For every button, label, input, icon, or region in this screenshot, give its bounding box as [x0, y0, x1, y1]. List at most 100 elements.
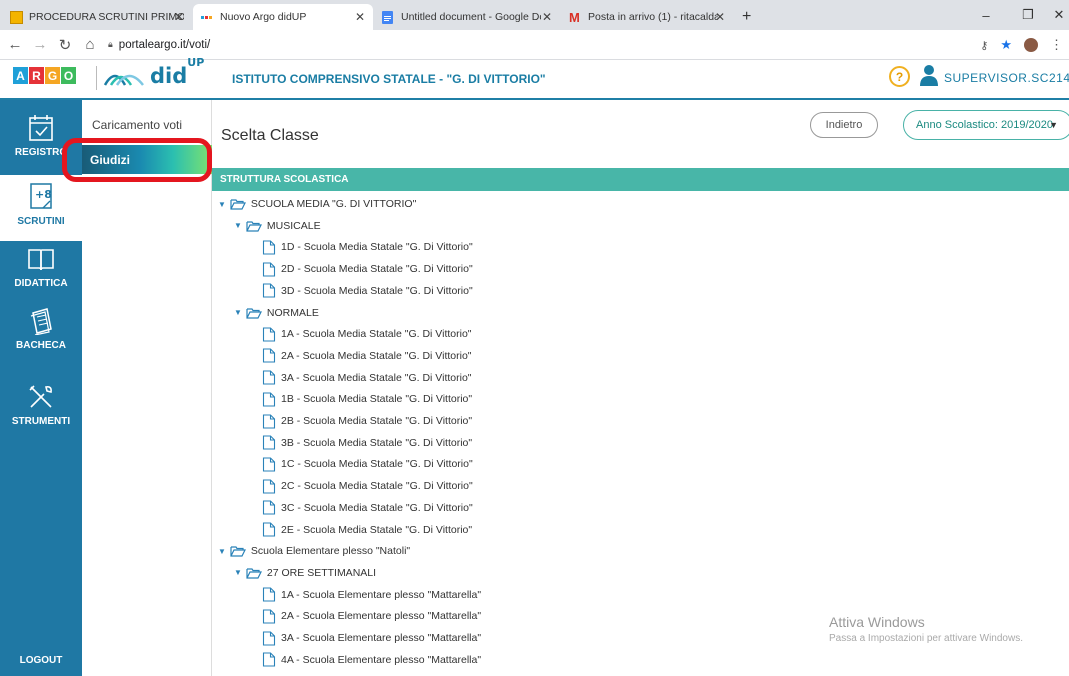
browser-tab-google-docs[interactable]: Untitled document - Google Doc ✕ — [374, 4, 560, 30]
tree-node-label: MUSICALE — [266, 219, 321, 232]
tree-header: STRUTTURA SCOLASTICA — [212, 168, 1069, 191]
help-button[interactable]: ? — [889, 66, 910, 87]
argo-logo[interactable]: A R G O — [13, 67, 76, 84]
submenu-panel: Caricamento voti Giudizi — [82, 100, 212, 676]
expand-caret-icon[interactable]: ▼ — [218, 200, 226, 209]
expand-caret-icon[interactable]: ▼ — [218, 547, 226, 556]
url-field[interactable]: 🔒︎ portaleargo.it/voti/ — [108, 39, 210, 51]
sidebar-item-strumenti[interactable]: STRUMENTI — [0, 383, 82, 427]
browser-tab-argo[interactable]: Nuovo Argo didUP ✕ — [193, 4, 373, 30]
argo-favicon — [201, 11, 214, 24]
tree-class-row[interactable]: 2E - Scuola Media Statale "G. Di Vittori… — [262, 521, 472, 539]
tree-class-row[interactable]: 3A - Scuola Elementare plesso "Mattarell… — [262, 629, 481, 647]
minimize-icon[interactable]: – — [965, 8, 1007, 23]
tree-node-label: 2E - Scuola Media Statale "G. Di Vittori… — [281, 523, 473, 536]
submenu-item-caricamento-voti[interactable]: Caricamento voti — [92, 118, 182, 132]
school-year-label: Anno Scolastico: 2019/2020 — [916, 119, 1053, 131]
window-controls: – ❐ ✕ — [965, 0, 1069, 30]
sidebar-item-didattica[interactable]: DIDATTICA — [0, 247, 82, 289]
tree-node-label: 3A - Scuola Media Statale "G. Di Vittori… — [281, 371, 472, 384]
tree-class-row[interactable]: 2C - Scuola Media Statale "G. Di Vittori… — [262, 477, 473, 495]
tree-class-row[interactable]: 4A - Scuola Elementare plesso "Mattarell… — [262, 651, 481, 669]
lock-icon: 🔒︎ — [108, 39, 113, 49]
file-icon — [262, 522, 276, 537]
bookmark-star-icon[interactable]: ★ — [1000, 37, 1012, 53]
file-icon — [262, 609, 276, 624]
forward-arrow-icon[interactable]: → — [30, 36, 50, 53]
close-tab-icon[interactable]: ✕ — [542, 10, 552, 24]
school-name: ISTITUTO COMPRENSIVO STATALE - "G. DI VI… — [232, 72, 546, 86]
tree-class-row[interactable]: 1D - Scuola Media Statale "G. Di Vittori… — [262, 238, 473, 256]
product-superscript: UP — [187, 56, 205, 69]
file-icon — [262, 587, 276, 602]
school-year-selector[interactable]: Anno Scolastico: 2019/2020 ▼ — [903, 110, 1069, 140]
tree-class-row[interactable]: 1B - Scuola Media Statale "G. Di Vittori… — [262, 390, 472, 408]
tree-class-row[interactable]: 1A - Scuola Elementare plesso "Mattarell… — [262, 586, 481, 604]
reload-icon[interactable]: ↻ — [55, 36, 75, 54]
file-icon — [262, 652, 276, 667]
tree-class-row[interactable]: 2A - Scuola Media Statale "G. Di Vittori… — [262, 347, 472, 365]
expand-caret-icon[interactable]: ▼ — [234, 308, 242, 317]
browser-menu-icon[interactable]: ⋮ — [1050, 37, 1063, 53]
logout-button[interactable]: LOGOUT — [0, 655, 82, 666]
tree-class-row[interactable]: 2B - Scuola Media Statale "G. Di Vittori… — [262, 412, 472, 430]
browser-tab-gmail[interactable]: M Posta in arrivo (1) - ritacaldarella ✕ — [561, 4, 733, 30]
browser-tab-procedura[interactable]: PROCEDURA SCRUTINI PRIMO QU ✕ — [2, 4, 192, 30]
user-name[interactable]: SUPERVISOR.SC21489 — [944, 71, 1069, 85]
file-icon — [262, 327, 276, 342]
sidebar-item-scrutini[interactable]: +8 SCRUTINI — [0, 175, 82, 241]
maximize-icon[interactable]: ❐ — [1007, 7, 1049, 23]
tree-class-row[interactable]: 3D - Scuola Media Statale "G. Di Vittori… — [262, 282, 473, 300]
file-icon — [262, 457, 276, 472]
tree-folder-row[interactable]: ▼ 27 ORE SETTIMANALI — [234, 564, 376, 582]
watermark-title: Attiva Windows — [829, 614, 925, 630]
profile-avatar[interactable] — [1024, 38, 1038, 52]
tree-node-label: 2B - Scuola Media Statale "G. Di Vittori… — [281, 415, 473, 427]
close-window-icon[interactable]: ✕ — [1049, 7, 1069, 23]
file-icon — [262, 392, 276, 407]
tree-node-label: 2C - Scuola Media Statale "G. Di Vittori… — [281, 480, 473, 493]
tree-folder-row[interactable]: ▼ SCUOLA MEDIA "G. DI VITTORIO" — [218, 195, 416, 213]
notice-board-icon — [30, 308, 52, 335]
tree-class-row[interactable]: 1C - Scuola Media Statale "G. Di Vittori… — [262, 455, 473, 473]
tree-node-label: SCUOLA MEDIA "G. DI VITTORIO" — [250, 198, 417, 210]
tree-class-row[interactable]: 2A - Scuola Elementare plesso "Mattarell… — [262, 607, 481, 625]
tree-folder-row[interactable]: ▼ MUSICALE — [234, 217, 321, 235]
expand-caret-icon[interactable]: ▼ — [234, 221, 242, 230]
file-icon — [262, 262, 276, 277]
sidebar-label: STRUMENTI — [11, 416, 71, 427]
sidebar-item-bacheca[interactable]: BACHECA — [0, 307, 82, 351]
calendar-check-icon — [29, 115, 53, 141]
file-icon — [262, 500, 276, 515]
tree-class-row[interactable]: 1A - Scuola Media Statale "G. Di Vittori… — [262, 325, 472, 343]
page-title: Scelta Classe — [221, 127, 319, 144]
back-arrow-icon[interactable]: ← — [5, 36, 25, 53]
highlight-annotation — [62, 138, 212, 182]
book-icon — [28, 249, 54, 271]
file-icon — [262, 240, 276, 255]
close-tab-icon[interactable]: ✕ — [355, 10, 365, 24]
folder-open-icon — [246, 221, 262, 232]
tree-class-row[interactable]: 3C - Scuola Media Statale "G. Di Vittori… — [262, 499, 473, 517]
didup-logo[interactable]: didUP — [103, 56, 204, 89]
home-icon[interactable]: ⌂ — [80, 36, 100, 53]
tree-node-label: 2A - Scuola Media Statale "G. Di Vittori… — [281, 349, 472, 362]
tree-folder-row[interactable]: ▼ NORMALE — [234, 304, 319, 322]
app-header: A R G O didUP ISTITUTO COMPRENSIVO STATA… — [0, 56, 1069, 100]
close-tab-icon[interactable]: ✕ — [174, 10, 184, 24]
tree-class-row[interactable]: 2D - Scuola Media Statale "G. Di Vittori… — [262, 260, 473, 278]
tree-folder-row[interactable]: ▼ Scuola Elementare plesso "Natoli" — [218, 542, 410, 560]
back-button[interactable]: Indietro — [810, 112, 878, 138]
close-tab-icon[interactable]: ✕ — [715, 10, 725, 24]
key-icon[interactable]: ⚷ — [980, 39, 988, 52]
expand-caret-icon[interactable]: ▼ — [234, 568, 242, 577]
tree-node-label: 3D - Scuola Media Statale "G. Di Vittori… — [281, 284, 473, 297]
tree-node-label: 2D - Scuola Media Statale "G. Di Vittori… — [281, 263, 473, 276]
tree-class-row[interactable]: 3A - Scuola Media Statale "G. Di Vittori… — [262, 369, 472, 387]
svg-text:+8: +8 — [35, 188, 52, 201]
tree-class-row[interactable]: 3B - Scuola Media Statale "G. Di Vittori… — [262, 434, 472, 452]
new-tab-button[interactable]: + — [734, 4, 760, 30]
file-icon — [262, 348, 276, 363]
argo-letter: A — [13, 67, 28, 84]
google-docs-icon — [382, 10, 395, 24]
